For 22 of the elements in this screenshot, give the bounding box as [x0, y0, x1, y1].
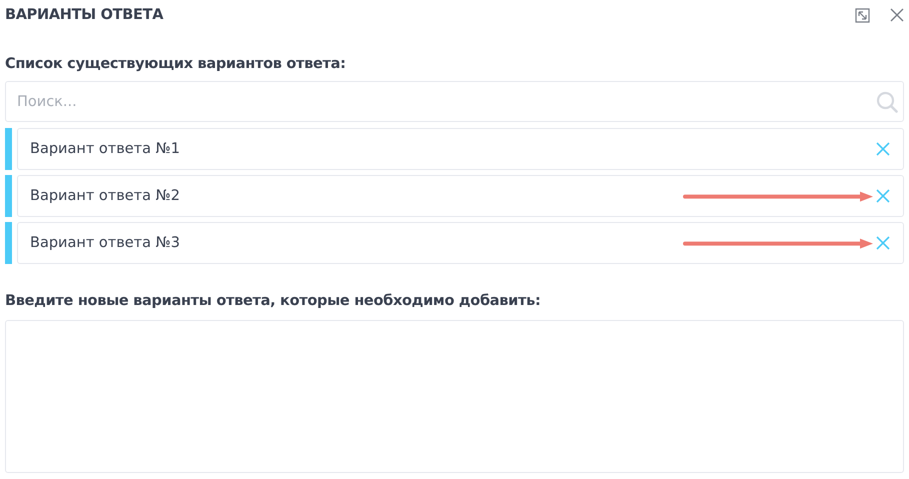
input-field[interactable] [5, 320, 904, 473]
expand-button[interactable] [855, 8, 870, 22]
search-icon [876, 91, 898, 113]
remove-button[interactable] [875, 141, 891, 157]
window-title: ВАРИАНТЫ ОТВЕТА [5, 7, 164, 23]
close-icon [875, 188, 891, 204]
remove-button[interactable] [875, 235, 891, 251]
item-marker-bar [5, 175, 12, 217]
option-item[interactable]: Вариант ответа №1 [17, 128, 904, 170]
expand-icon [855, 8, 870, 22]
remove-button[interactable] [875, 188, 891, 204]
close-button[interactable] [890, 8, 904, 22]
close-icon [875, 235, 891, 251]
item-marker-bar [5, 222, 12, 264]
item-marker-bar [5, 128, 12, 170]
option-item[interactable]: Вариант ответа №2 [17, 175, 904, 217]
section-label: Список существующих вариантов ответа: [5, 56, 347, 74]
option-item[interactable]: Вариант ответа №3 [17, 222, 904, 264]
close-icon [875, 141, 891, 157]
close-icon [890, 8, 904, 22]
section-label: Введите новые варианты ответа, которые необходимо добавить: [5, 293, 542, 311]
search-field[interactable]: Поиск... [5, 81, 904, 122]
